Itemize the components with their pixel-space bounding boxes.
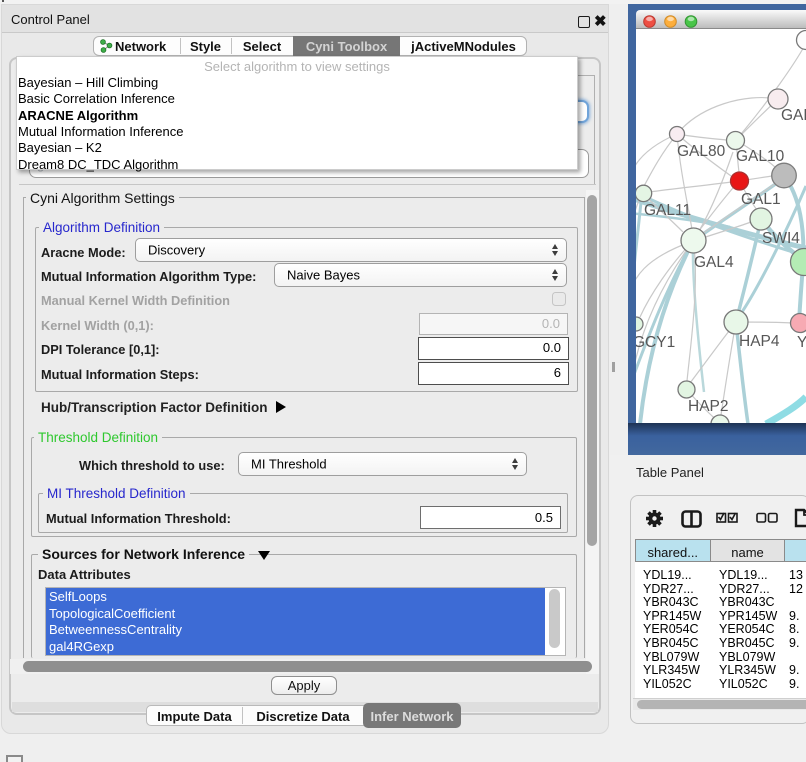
svg-text:Y: Y	[797, 334, 806, 351]
svg-text:HAP4: HAP4	[739, 333, 780, 350]
svg-text:GAL1: GAL1	[741, 191, 781, 208]
svg-text:GAL11: GAL11	[644, 202, 691, 219]
svg-text:GAL: GAL	[781, 107, 806, 124]
svg-text:GAL80: GAL80	[677, 143, 726, 160]
svg-text:SWI4: SWI4	[762, 230, 800, 247]
svg-text:GAL4: GAL4	[694, 254, 734, 271]
svg-text:GCY1: GCY1	[636, 334, 675, 351]
svg-text:HAP2: HAP2	[688, 398, 729, 415]
svg-text:GAL10: GAL10	[736, 148, 785, 165]
